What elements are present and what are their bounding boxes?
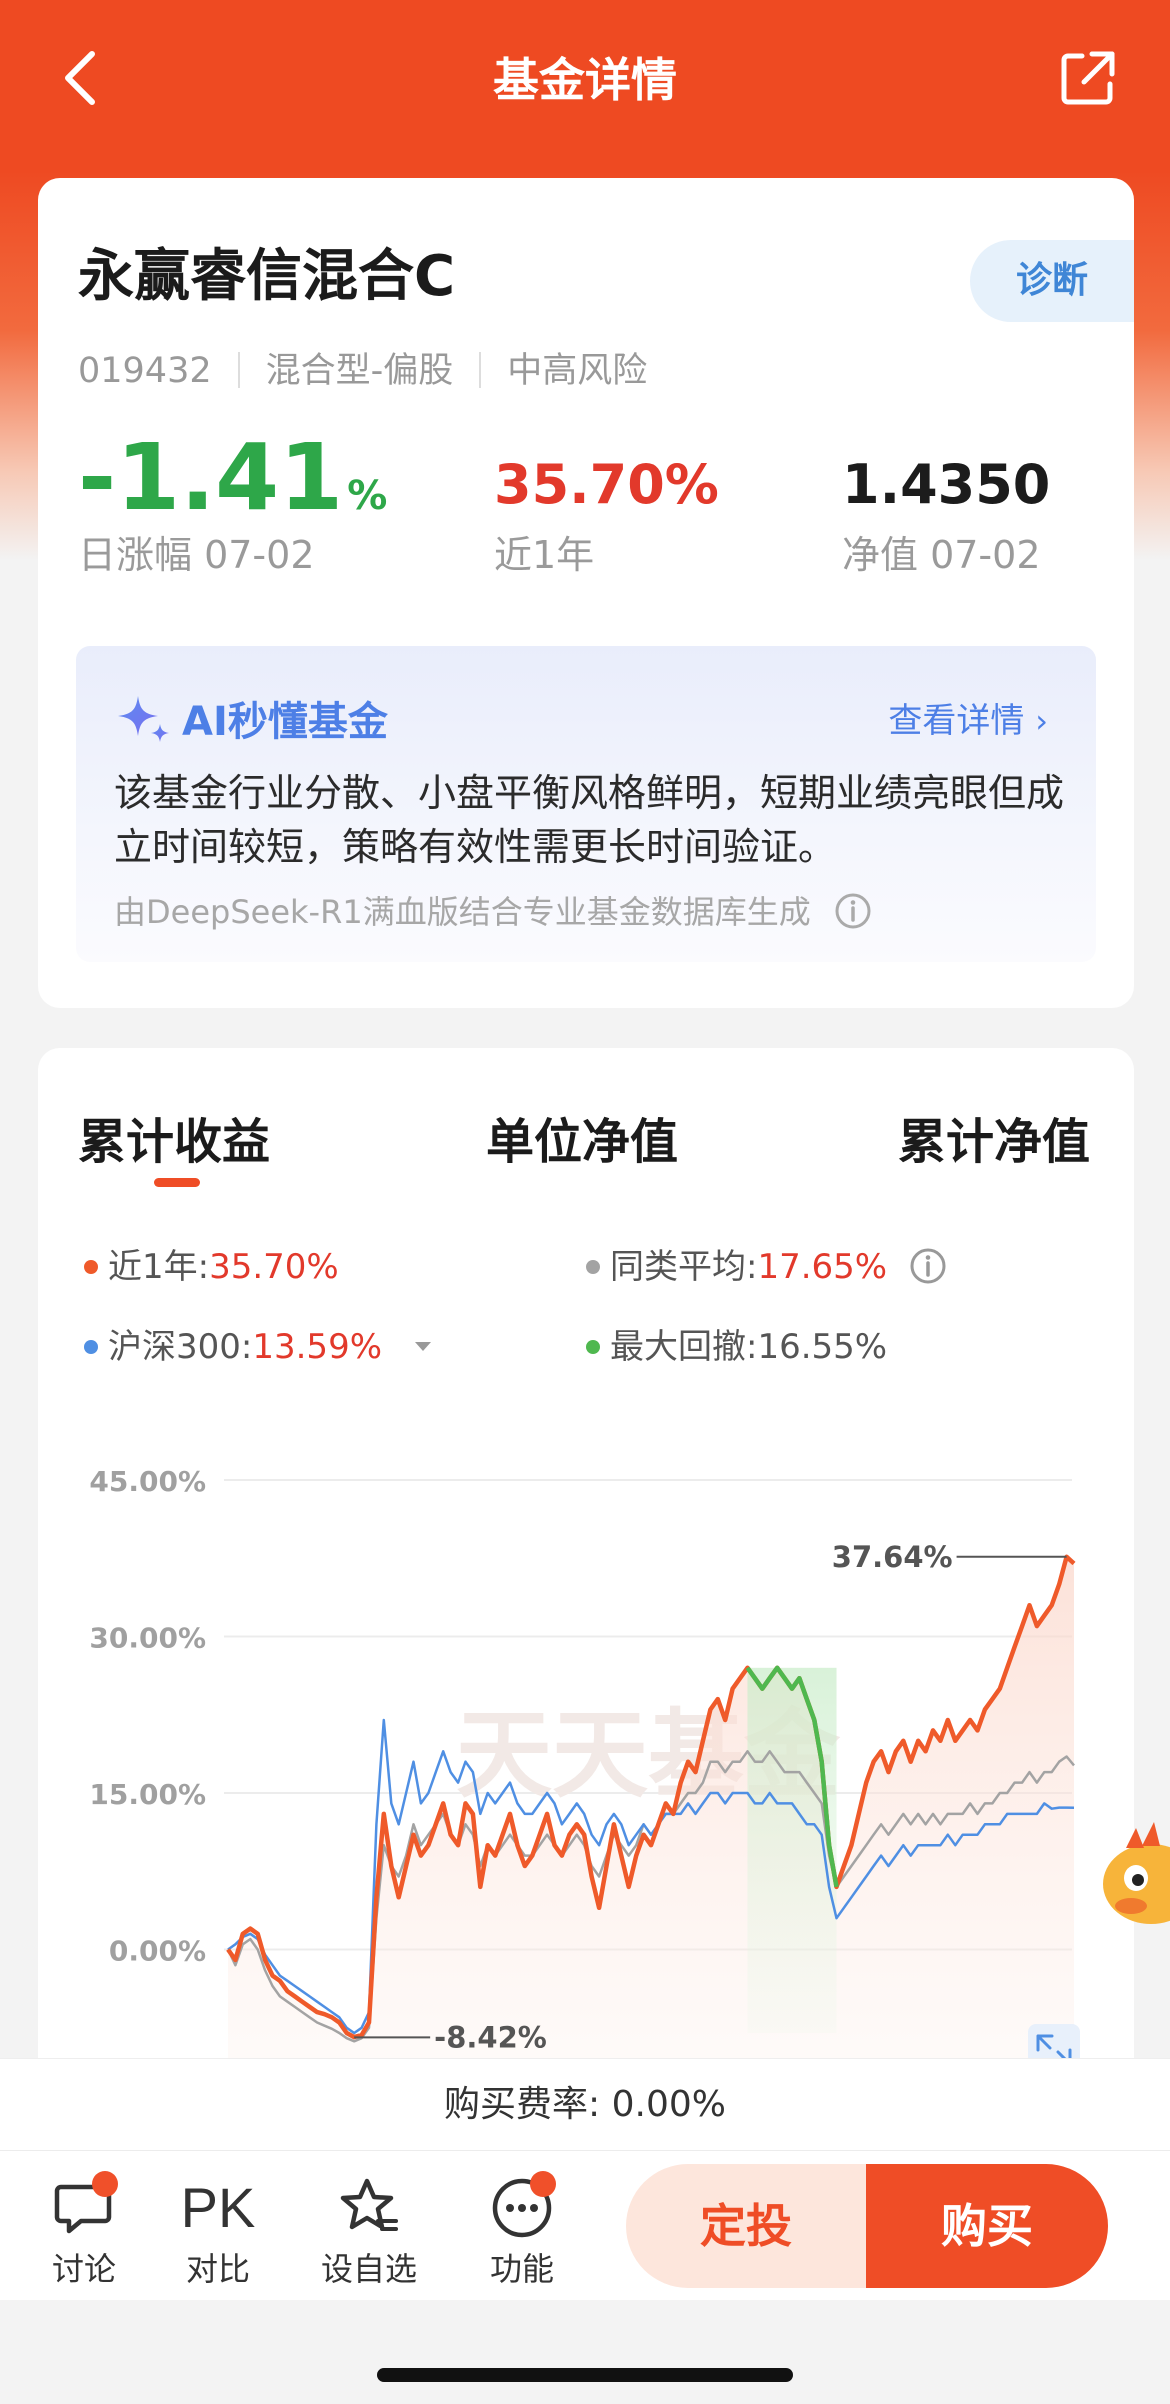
legend-max-drawdown: 最大回撤:16.55% (586, 1322, 887, 1372)
y-tick-label: 15.00% (89, 1778, 206, 1811)
pk-icon: PK (180, 2176, 256, 2239)
nav-label: 净值 07-02 (842, 533, 1041, 577)
ai-more-link[interactable]: 查看详情 › (888, 696, 1048, 746)
legend-dot (84, 1260, 98, 1274)
legend-category-avg-value: 17.65% (757, 1247, 888, 1287)
tab-cumulative-nav[interactable]: 累计净值 (898, 1102, 1090, 1182)
auto-invest-button[interactable]: 定投 (626, 2164, 866, 2288)
tab-cumulative-return[interactable]: 累计收益 (78, 1102, 270, 1182)
divider (237, 352, 240, 388)
discuss-button[interactable]: 讨论 (24, 2171, 144, 2291)
daily-change-stat: -1.41% 日涨幅 07-02 (78, 428, 387, 580)
active-tab-indicator (154, 1178, 200, 1187)
legend-fund-label: 近1年: (108, 1247, 210, 1287)
notification-dot (92, 2171, 118, 2197)
home-indicator-area (0, 2300, 1170, 2404)
mascot-icon (1103, 1822, 1170, 1924)
annotation-label: -8.42% (434, 2020, 547, 2054)
info-icon[interactable] (908, 1246, 948, 1286)
share-button[interactable] (1056, 46, 1120, 110)
add-watchlist-button[interactable]: 设自选 (309, 2173, 429, 2291)
annotation-label: 37.64% (832, 1540, 953, 1574)
daily-change-unit: % (347, 473, 388, 519)
ai-title-text: AI秒懂基金 (182, 699, 388, 745)
home-indicator[interactable] (377, 2368, 793, 2382)
legend-max-drawdown-value: 16.55% (757, 1327, 888, 1367)
diagnose-button[interactable]: 诊断 (970, 240, 1134, 322)
legend-fund: 近1年:35.70% (84, 1242, 339, 1292)
more-functions-button[interactable]: 功能 (462, 2171, 582, 2291)
fee-bar: 购买费率: 0.00% (0, 2058, 1170, 2150)
fund-code: 019432 (78, 351, 212, 391)
legend-category-avg: 同类平均:17.65% (586, 1242, 948, 1292)
ai-footer: 由DeepSeek-R1满血版结合专业基金数据库生成 (114, 888, 873, 936)
nav-bar: 基金详情 (0, 0, 1170, 170)
share-icon (1061, 51, 1115, 105)
purchase-fee: 购买费率: 0.00% (444, 2084, 726, 2125)
legend-hs300-value: 13.59% (252, 1327, 383, 1367)
page-title: 基金详情 (493, 53, 677, 107)
star-list-icon (340, 2178, 398, 2231)
legend-fund-value: 35.70% (209, 1247, 339, 1287)
legend-dot (586, 1260, 600, 1274)
legend-max-drawdown-label: 最大回撤: (610, 1327, 758, 1367)
y-tick-label: 45.00% (89, 1465, 206, 1498)
fund-info-card: 永赢睿信混合C 诊断 019432 混合型-偏股 中高风险 -1.41% 日涨幅 0… (38, 178, 1134, 1008)
chevron-right-icon: › (1035, 702, 1048, 740)
one-year-label: 近1年 (494, 533, 595, 577)
caret-down-icon (414, 1342, 431, 1351)
daily-change-label: 日涨幅 07-02 (78, 533, 315, 577)
notification-dot (530, 2171, 556, 2197)
y-tick-label: 30.00% (89, 1622, 206, 1655)
legend-hs300[interactable]: 沪深300:13.59% (84, 1322, 437, 1372)
ai-summary-box[interactable]: AI秒懂基金 查看详情 › 该基金行业分散、小盘平衡风格鲜明，短期业绩亮眼但成立… (76, 646, 1096, 962)
divider (479, 352, 482, 388)
fund-meta: 019432 混合型-偏股 中高风险 (78, 346, 647, 396)
nav-value: 1.4350 (842, 453, 1051, 516)
fullscreen-button (1028, 2024, 1080, 2058)
performance-chart[interactable]: 45.00%30.00%15.00%0.00%-15.00%天天基金37.64%… (38, 1408, 1134, 2058)
more-label: 功能 (489, 2250, 554, 2288)
discuss-label: 讨论 (51, 2250, 116, 2288)
mascot-float[interactable] (1096, 1818, 1170, 1938)
ai-more-label: 查看详情 (888, 701, 1025, 741)
fund-name: 永赢睿信混合C (78, 244, 456, 309)
compare-label: 对比 (185, 2250, 250, 2288)
performance-card: 累计收益 单位净值 累计净值 近1年:35.70% 同类平均:17.65% 沪深… (38, 1048, 1134, 2148)
y-tick-label: 0.00% (109, 1935, 206, 1968)
one-year-stat: 35.70% 近1年 (494, 428, 719, 580)
ai-title: AI秒懂基金 (114, 690, 388, 746)
tab-unit-nav[interactable]: 单位净值 (486, 1102, 678, 1182)
compare-button[interactable]: PK 对比 (158, 2173, 278, 2291)
legend-dot (586, 1340, 600, 1354)
ai-footer-text: 由DeepSeek-R1满血版结合专业基金数据库生成 (114, 893, 811, 931)
daily-change-value: -1.41 (78, 424, 344, 531)
sparkle-icon (118, 696, 169, 742)
buy-button[interactable]: 购买 (866, 2164, 1108, 2288)
legend-category-avg-label: 同类平均: (610, 1247, 758, 1287)
legend-hs300-label: 沪深300: (108, 1327, 253, 1367)
legend-dot (84, 1340, 98, 1354)
one-year-value: 35.70% (494, 453, 719, 516)
watchlist-label: 设自选 (320, 2250, 417, 2288)
action-buttons: 定投 购买 (626, 2164, 1108, 2288)
ai-summary-text: 该基金行业分散、小盘平衡风格鲜明，短期业绩亮眼但成立时间较短，策略有效性需更长时… (114, 771, 1065, 869)
info-icon[interactable] (833, 891, 873, 931)
chart-tabs: 累计收益 单位净值 累计净值 (38, 1102, 1134, 1182)
fund-type: 混合型-偏股 (265, 351, 454, 391)
fund-risk: 中高风险 (507, 351, 648, 391)
nav-stat: 1.4350 净值 07-02 (842, 428, 1050, 580)
